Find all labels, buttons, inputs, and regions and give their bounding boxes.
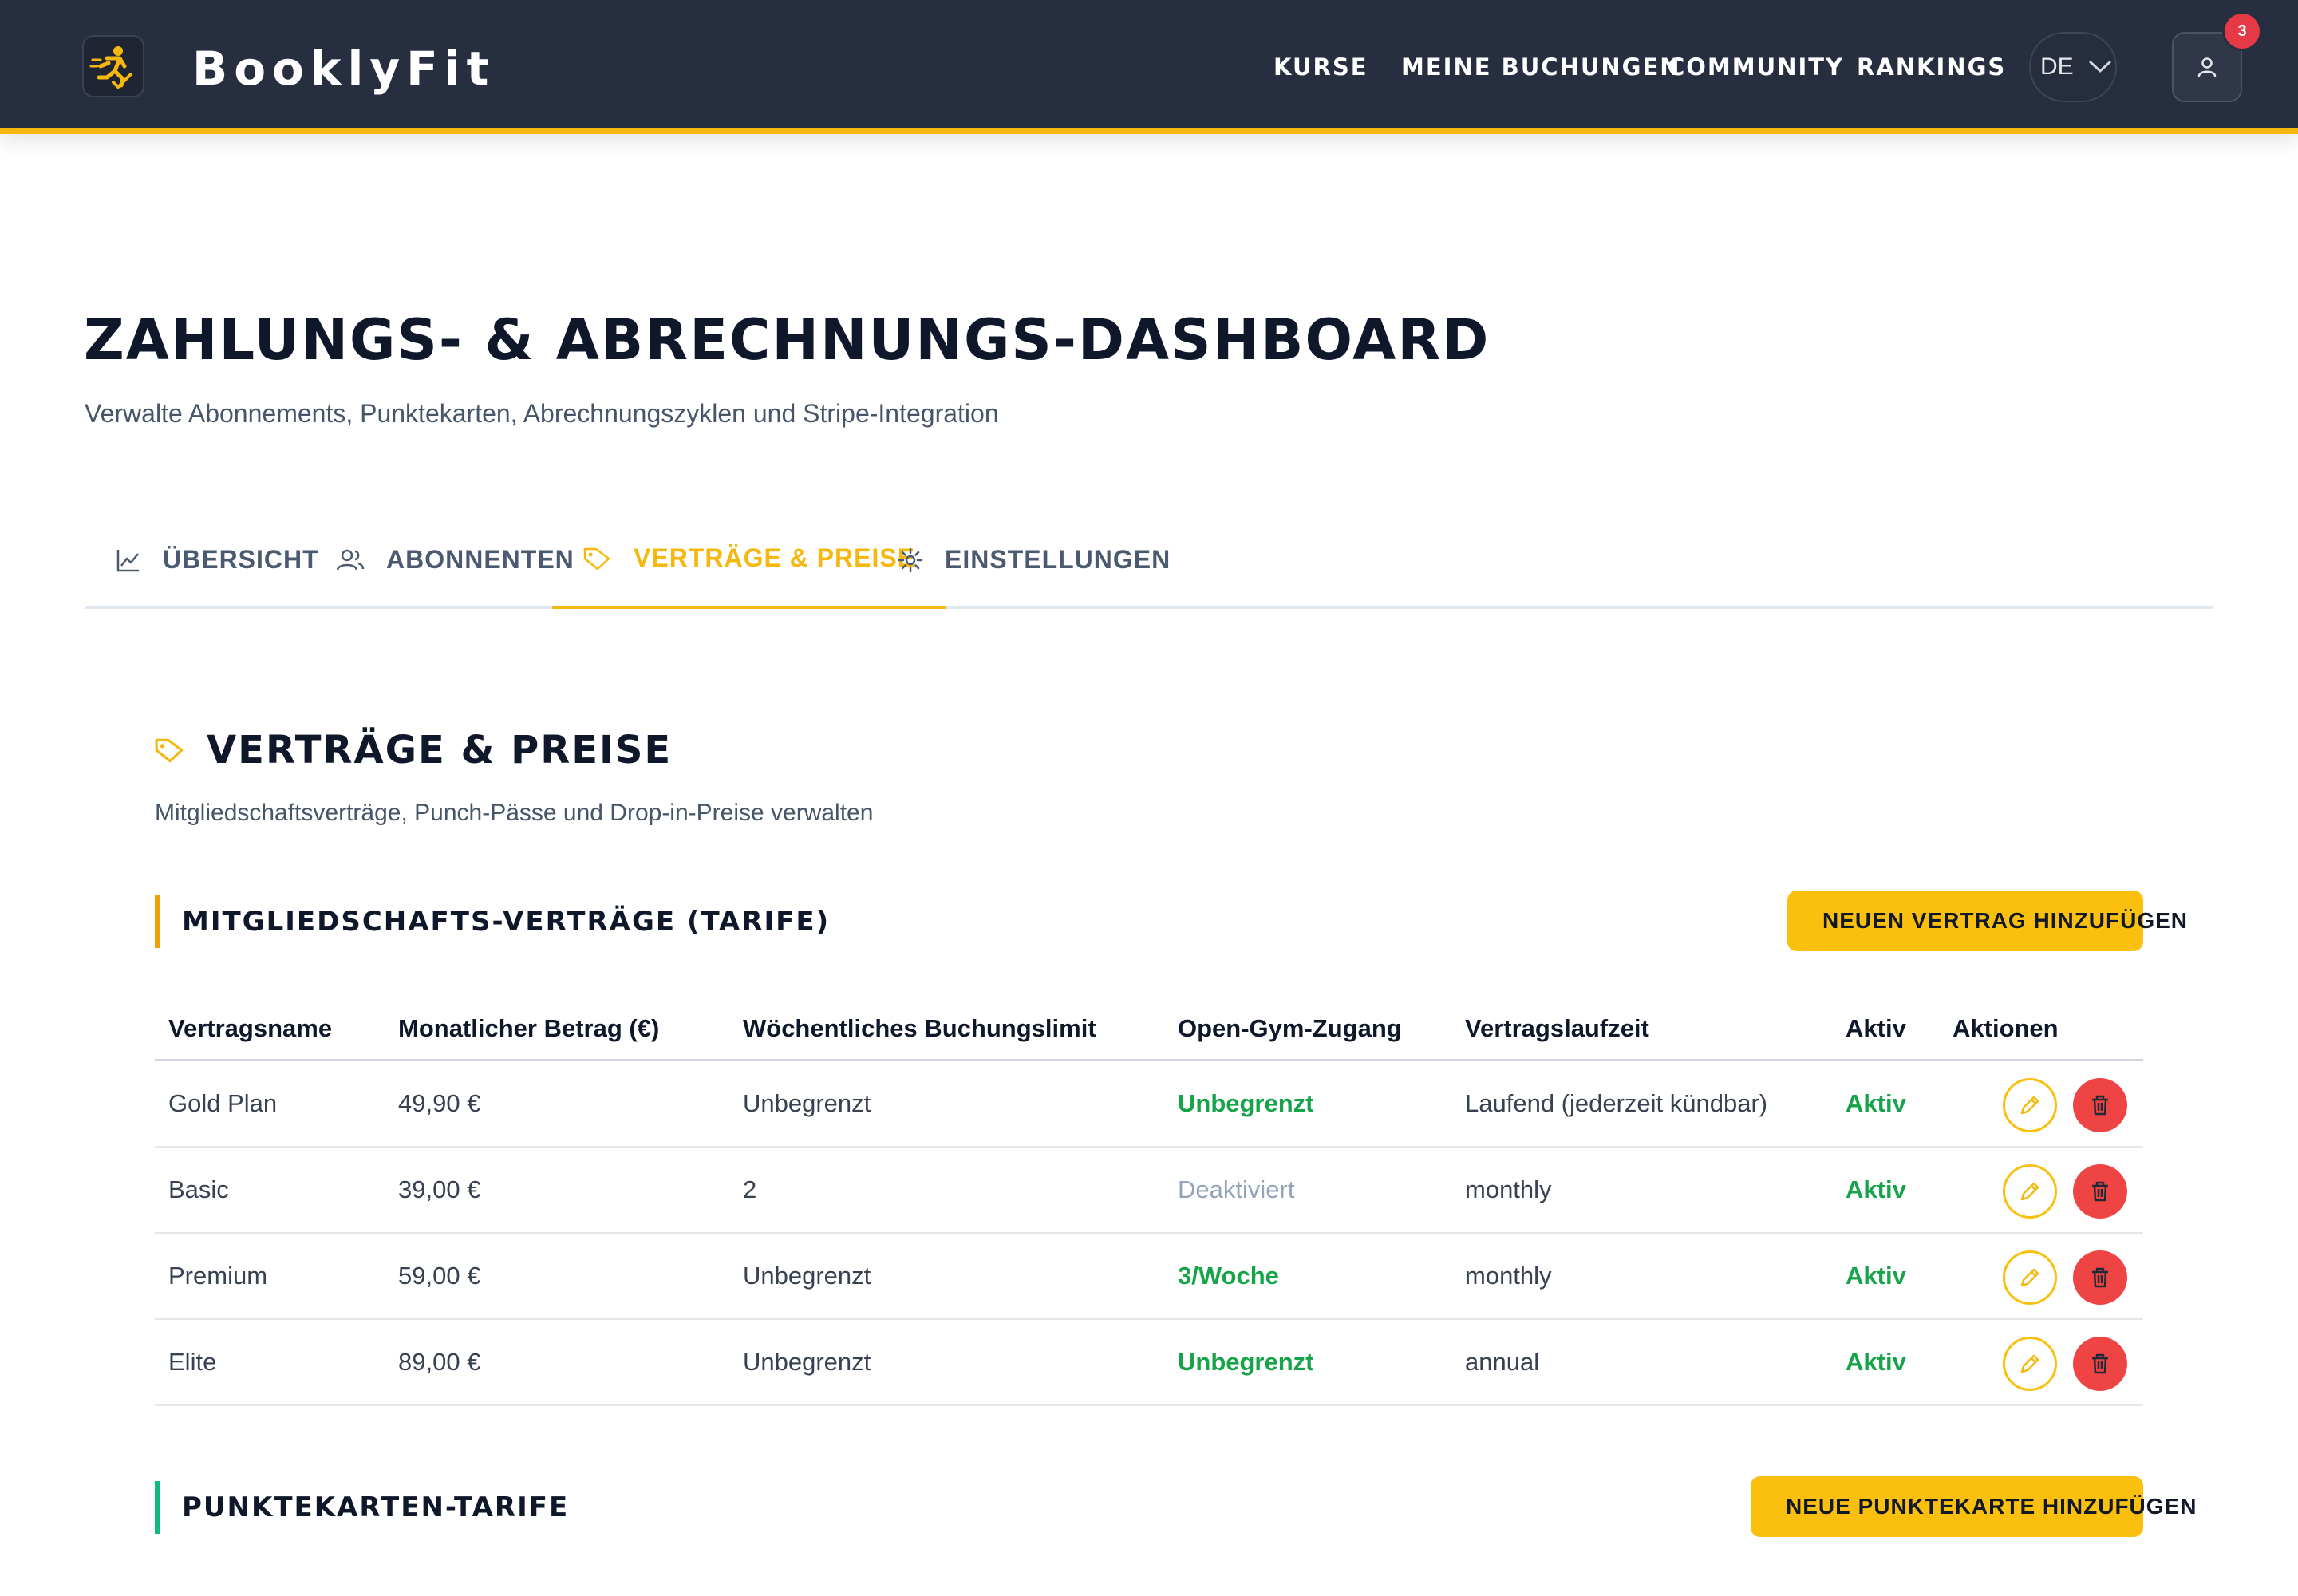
col-vertragsname[interactable]: Vertragsname [168, 998, 332, 1059]
col-aktiv[interactable]: Aktiv [1846, 998, 1906, 1059]
cell-term: monthly [1465, 1175, 1552, 1203]
cell-term: Laufend (jederzeit kündbar) [1465, 1089, 1768, 1117]
contracts-heading: MITGLIEDSCHAFTS-VERTRÄGE (TARIFE) [155, 895, 830, 948]
add-contract-label: NEUEN VERTRAG HINZUFÜGEN [1822, 908, 2189, 933]
cell-open-gym: Deaktiviert [1178, 1175, 1295, 1203]
top-navbar: BooklyFit KURSE MEINE BUCHUNGEN COMMUNIT… [0, 0, 2298, 134]
language-value: DE [2040, 53, 2074, 80]
edit-button[interactable] [2003, 1250, 2057, 1305]
runner-logo-icon [89, 46, 132, 89]
nav-meine-buchungen[interactable]: MEINE BUCHUNGEN [1401, 49, 1681, 85]
cell-amount: 49,90 € [398, 1089, 481, 1117]
logo[interactable] [82, 35, 144, 97]
col-vertragslaufzeit[interactable]: Vertragslaufzeit [1465, 998, 1649, 1059]
cell-name: Elite [168, 1348, 217, 1376]
section-subtitle: Mitgliedschaftsverträge, Punch-Pässe und… [155, 800, 874, 826]
gear-icon [898, 547, 923, 572]
trash-icon [2092, 1267, 2108, 1288]
tab-einstellungen-label: EINSTELLUNGEN [945, 545, 1171, 574]
tab-einstellungen[interactable]: EINSTELLUNGEN [867, 511, 1201, 609]
add-punchcard-button[interactable]: NEUE PUNKTEKARTE HINZUFÜGEN [1751, 1476, 2196, 1537]
cell-name: Gold Plan [168, 1089, 278, 1117]
add-punchcard-label: NEUE PUNKTEKARTE HINZUFÜGEN [1786, 1494, 2197, 1519]
cell-open-gym: 3/Woche [1178, 1262, 1279, 1290]
col-monatlicher-betrag[interactable]: Monatlicher Betrag (€) [398, 998, 659, 1059]
tab-uebersicht-label: ÜBERSICHT [163, 545, 319, 574]
nav-kurse[interactable]: KURSE [1273, 49, 1368, 85]
notification-badge: 3 [2222, 11, 2262, 51]
cell-limit: 2 [743, 1175, 757, 1203]
punchcards-heading: PUNKTEKARTEN-TARIFE [155, 1481, 569, 1534]
status-badge: Aktiv [1846, 1089, 1906, 1117]
col-buchungslimit[interactable]: Wöchentliches Buchungslimit [743, 998, 1096, 1059]
table-row: Basic 39,00 € 2 Deaktiviert monthly Akti… [155, 1148, 2143, 1234]
pencil-icon [2020, 1096, 2039, 1115]
table-row: Premium 59,00 € Unbegrenzt 3/Woche month… [155, 1234, 2143, 1320]
page-title: ZAHLUNGS- & ABRECHNUNGS-DASHBOARD [84, 307, 1491, 373]
pencil-icon [2020, 1268, 2039, 1287]
language-select[interactable]: DE [2029, 32, 2117, 102]
trash-icon [2092, 1095, 2108, 1116]
status-badge: Aktiv [1846, 1348, 1906, 1376]
status-badge: Aktiv [1846, 1175, 1906, 1203]
col-open-gym[interactable]: Open-Gym-Zugang [1178, 998, 1402, 1059]
cell-limit: Unbegrenzt [743, 1089, 871, 1117]
table-row: Elite 89,00 € Unbegrenzt Unbegrenzt annu… [155, 1320, 2143, 1406]
pencil-icon [2020, 1182, 2039, 1201]
col-aktionen: Aktionen [1953, 1013, 2059, 1042]
brand-name[interactable]: BooklyFit [192, 38, 495, 99]
cell-name: Premium [168, 1262, 268, 1290]
table-row: Gold Plan 49,90 € Unbegrenzt Unbegrenzt … [155, 1061, 2143, 1148]
nav-community[interactable]: COMMUNITY [1668, 49, 1844, 85]
users-icon [336, 549, 365, 571]
status-badge: Aktiv [1846, 1262, 1906, 1290]
tag-icon [155, 738, 184, 763]
edit-button[interactable] [2003, 1078, 2057, 1132]
cell-open-gym: Unbegrenzt [1178, 1089, 1314, 1117]
chevron-down-icon [2089, 61, 2111, 73]
cell-term: monthly [1465, 1262, 1552, 1290]
tab-bar: ÜBERSICHT ABONNENTEN VERTRÄGE & PREISE E… [85, 511, 2213, 609]
user-icon [2197, 57, 2217, 77]
cell-open-gym: Unbegrenzt [1178, 1348, 1314, 1376]
cell-limit: Unbegrenzt [743, 1348, 871, 1376]
pencil-icon [2020, 1354, 2039, 1373]
delete-button[interactable] [2073, 1164, 2127, 1219]
cell-limit: Unbegrenzt [743, 1262, 871, 1290]
cell-amount: 89,00 € [398, 1348, 481, 1376]
nav-rankings[interactable]: RANKINGS [1857, 49, 2006, 85]
cell-amount: 59,00 € [398, 1262, 481, 1290]
chart-line-icon [116, 549, 139, 571]
page-subtitle: Verwalte Abonnements, Punktekarten, Abre… [85, 399, 999, 428]
trash-icon [2092, 1353, 2108, 1374]
delete-button[interactable] [2073, 1337, 2127, 1391]
edit-button[interactable] [2003, 1164, 2057, 1219]
cell-term: annual [1465, 1348, 1540, 1376]
add-contract-button[interactable]: NEUEN VERTRAG HINZUFÜGEN [1787, 891, 2187, 951]
trash-icon [2092, 1181, 2108, 1202]
section-title: VERTRÄGE & PREISE [207, 728, 673, 772]
edit-button[interactable] [2003, 1337, 2057, 1391]
cell-name: Basic [168, 1175, 229, 1203]
tag-icon [583, 547, 610, 570]
contracts-table: Vertragsname Monatlicher Betrag (€) Wöch… [155, 998, 2143, 1406]
cell-amount: 39,00 € [398, 1175, 481, 1203]
table-header-row: Vertragsname Monatlicher Betrag (€) Wöch… [155, 998, 2143, 1061]
delete-button[interactable] [2073, 1078, 2127, 1132]
delete-button[interactable] [2073, 1250, 2127, 1305]
tab-abonnenten-label: ABONNENTEN [386, 545, 574, 574]
